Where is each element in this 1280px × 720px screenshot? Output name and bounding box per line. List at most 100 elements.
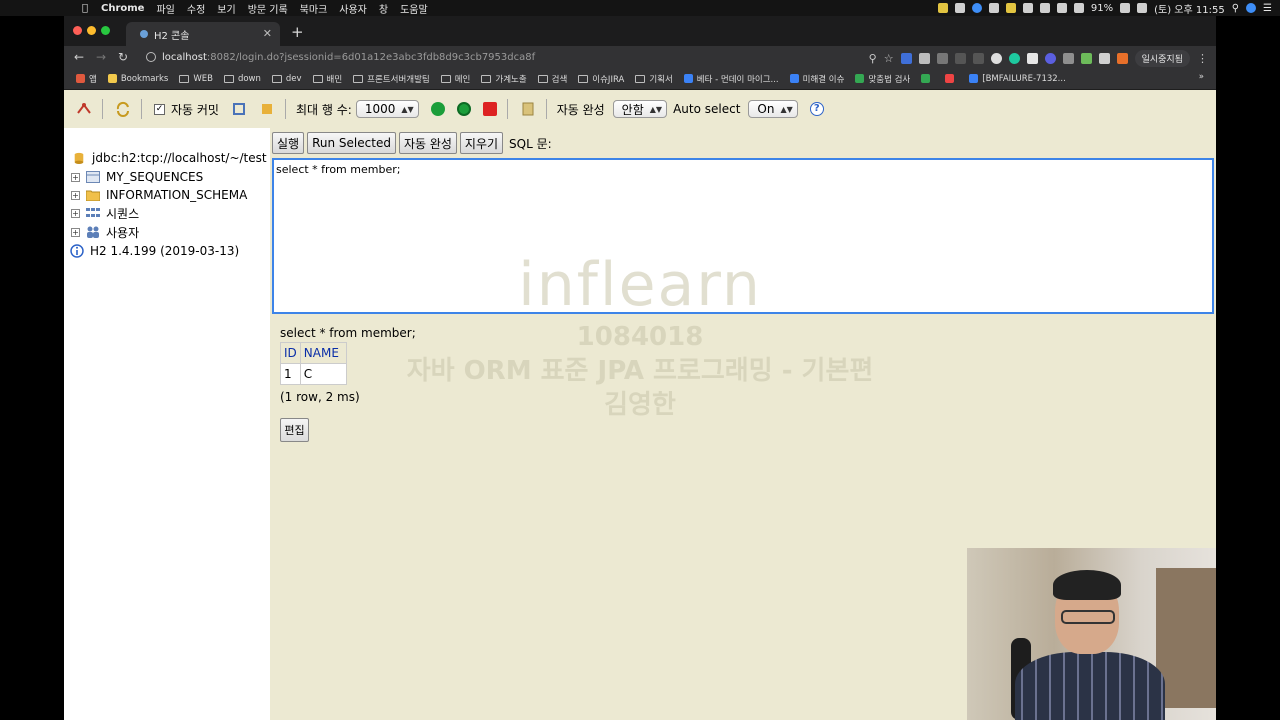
status-app-icon[interactable] [954,3,965,13]
extension-icon[interactable] [954,53,966,64]
bookmark-item[interactable]: 프론트서버개발팀 [353,73,430,85]
rollback-icon[interactable] [231,101,247,117]
bookmark-item[interactable]: down [223,74,261,84]
minimize-window-button[interactable] [87,26,96,35]
stop-icon[interactable] [482,102,497,116]
run-button[interactable]: 실행 [272,132,305,154]
clear-button[interactable]: 지우기 [459,132,504,154]
bookmark-item[interactable]: dev [271,74,302,84]
menu-history[interactable]: 방문 기록 [248,1,288,16]
profile-button[interactable]: 일시중지됨 [1134,50,1190,67]
menu-window[interactable]: 창 [379,1,388,16]
battery-icon[interactable] [1120,3,1131,13]
close-tab-icon[interactable]: ✕ [263,27,272,40]
bookmark-item[interactable]: 검색 [537,73,567,85]
extension-icon[interactable] [1044,53,1056,64]
edit-button[interactable]: 편집 [280,418,309,442]
extension-icon[interactable] [918,53,930,64]
expand-icon[interactable]: + [71,208,80,218]
run-selected-icon[interactable] [456,102,471,116]
close-window-button[interactable] [73,26,82,35]
bookmark-item[interactable]: 맞춤법 검사 [855,73,910,85]
menu-help[interactable]: 도움말 [400,1,428,16]
extension-icon[interactable] [1080,53,1092,64]
status-app-icon[interactable] [1022,3,1033,13]
zoom-window-button[interactable] [101,26,110,35]
url-bar[interactable]: localhost:8082/login.do?jsessionid=6d01a… [146,48,846,66]
expand-icon[interactable]: + [71,172,80,182]
bookmark-item[interactable]: [BMFAILURE-7132... [969,74,1066,84]
extension-icon[interactable] [990,53,1002,64]
bookmark-item[interactable] [945,74,958,83]
chrome-menu-icon[interactable]: ⋮ [1197,52,1208,65]
extension-icon[interactable] [1098,53,1110,64]
commit-icon[interactable] [259,101,275,117]
bookmark-item[interactable]: 메인 [440,73,470,85]
siri-icon[interactable] [1246,3,1257,13]
bookmark-item[interactable]: WEB [179,74,213,84]
status-app-icon[interactable] [1005,3,1016,13]
bluetooth-icon[interactable] [1039,3,1050,13]
autoselect-select[interactable]: On ▲▼ [748,100,798,118]
app-menu-chrome[interactable]: Chrome [101,3,144,14]
autocommit-checkbox[interactable]: ✓ [154,103,165,115]
extension-icon[interactable] [900,53,912,64]
status-app-icon[interactable] [971,3,982,13]
column-header[interactable]: ID [280,342,301,364]
refresh-icon[interactable] [115,101,131,117]
volume-icon[interactable] [1073,3,1084,13]
status-app-icon[interactable] [937,3,948,13]
sql-editor[interactable]: select * from member; [272,158,1214,314]
bookmark-item[interactable]: 기획서 [635,73,673,85]
history-icon[interactable] [520,101,536,117]
notification-center-icon[interactable]: ☰ [1263,3,1272,14]
bookmarks-overflow-icon[interactable]: » [1199,72,1204,82]
back-button[interactable]: ← [68,50,90,64]
tree-item-sequences[interactable]: + 시퀀스 [64,204,139,222]
autocomplete-select[interactable]: 안함 ▲▼ [612,100,668,118]
extension-icon[interactable] [972,53,984,64]
battery-percent[interactable]: 91% [1091,3,1113,14]
menu-edit[interactable]: 수정 [187,1,205,16]
bookmark-item[interactable]: 배민 [312,73,342,85]
help-icon[interactable]: ? [809,102,824,116]
status-app-icon[interactable] [988,3,999,13]
extension-icon[interactable] [936,53,948,64]
site-info-icon[interactable] [146,52,156,62]
forward-button[interactable]: → [90,50,112,64]
menu-bookmarks[interactable]: 북마크 [300,1,328,16]
bookmark-item[interactable]: 앱 [76,73,97,85]
search-icon[interactable]: ⚲ [869,52,877,65]
bookmark-star-icon[interactable]: ☆ [884,52,894,65]
tree-item-my-sequences[interactable]: + MY_SEQUENCES [64,168,203,186]
run-selected-button[interactable]: Run Selected [307,132,396,154]
expand-icon[interactable]: + [71,190,80,200]
apple-icon[interactable]:  [78,3,92,14]
menu-file[interactable]: 파일 [156,1,174,16]
bookmark-item[interactable]: 가계노출 [481,73,527,85]
bookmark-item[interactable] [921,74,934,83]
bookmark-item[interactable]: 베타 - 먼데이 마이그... [683,73,779,85]
autocomplete-button[interactable]: 자동 완성 [398,132,457,154]
menu-view[interactable]: 보기 [217,1,235,16]
menu-people[interactable]: 사용자 [339,1,367,16]
extension-icon[interactable] [1008,53,1020,64]
wifi-icon[interactable] [1056,3,1067,13]
max-rows-select[interactable]: 1000 ▲▼ [355,100,419,118]
reload-button[interactable]: ↻ [112,50,134,64]
tree-item-information-schema[interactable]: + INFORMATION_SCHEMA [64,186,247,204]
column-header[interactable]: NAME [299,342,347,364]
extension-icon[interactable] [1026,53,1038,64]
bookmark-item[interactable]: 미해결 이슈 [789,73,844,85]
tree-connection[interactable]: jdbc:h2:tcp://localhost/~/test [72,149,267,167]
bookmark-item[interactable]: Bookmarks [107,74,168,84]
spotlight-icon[interactable]: ⚲ [1232,3,1239,14]
new-tab-button[interactable]: + [291,23,304,41]
extension-icon[interactable] [1062,53,1074,64]
tree-item-users[interactable]: + 사용자 [64,223,139,241]
extension-icon[interactable] [1116,53,1128,64]
bookmark-item[interactable]: 이슈JIRA [578,73,624,85]
clock[interactable]: (토) 오후 11:55 [1154,1,1225,16]
run-icon[interactable] [430,102,445,116]
disconnect-icon[interactable] [76,101,92,117]
